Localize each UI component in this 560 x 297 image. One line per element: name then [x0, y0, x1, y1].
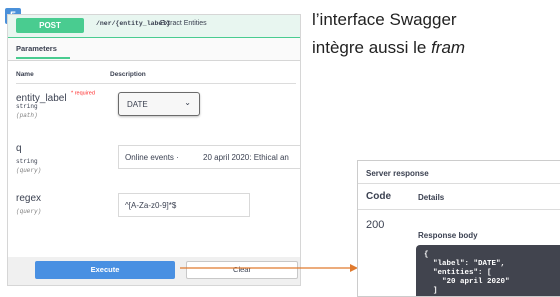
entity-label-select[interactable]: DATE ⌄ — [118, 92, 200, 116]
column-header-name: Name — [16, 71, 34, 78]
tab-active-indicator — [16, 57, 70, 59]
q-input-value-b: 20 april 2020: Ethical an — [203, 153, 289, 162]
code-line: "20 april 2020" — [424, 278, 510, 286]
required-marker: * required — [71, 90, 95, 97]
columns-divider — [358, 209, 560, 210]
param-q-location: (query) — [16, 167, 42, 174]
code-line: ] — [424, 287, 438, 295]
operation-summary: Extract Entities — [160, 20, 207, 27]
caption-line-1: l’interface Swagger — [312, 10, 457, 29]
operation-header[interactable]: POST /ner/{entity_label} Extract Entitie… — [8, 15, 300, 38]
regex-input-value: ^[A-Za-z0-9]*$ — [125, 201, 177, 210]
tab-parameters[interactable]: Parameters — [16, 44, 57, 53]
code-line: "entities": [ — [424, 269, 492, 277]
chevron-down-icon: ⌄ — [184, 98, 191, 107]
swagger-operation-panel: POST /ner/{entity_label} Extract Entitie… — [7, 14, 301, 286]
code-line: "label": "DATE", — [424, 260, 506, 268]
arrow-icon — [180, 264, 358, 272]
param-regex-name: regex — [16, 193, 42, 204]
code-header: Code — [366, 191, 391, 202]
http-method-badge: POST — [16, 18, 84, 33]
q-input[interactable]: Online events · 20 april 2020: Ethical a… — [118, 145, 300, 169]
caption-line-2: intègre aussi le fram — [312, 38, 465, 58]
response-body-label: Response body — [418, 231, 478, 240]
response-code: 200 — [366, 219, 385, 231]
server-response-panel: Server response Code Details 200 Respons… — [357, 160, 560, 297]
code-line: { — [424, 251, 429, 259]
server-response-title: Server response — [366, 169, 429, 178]
header-divider — [16, 83, 296, 84]
selected-value: DATE — [127, 100, 148, 109]
column-header-description: Description — [110, 71, 146, 78]
response-body-code: { "label": "DATE", "entities": [ "20 apr… — [416, 245, 560, 296]
param-q-type: string — [16, 158, 38, 165]
response-divider — [358, 183, 560, 184]
regex-input[interactable]: ^[A-Za-z0-9]*$ — [118, 193, 250, 217]
operation-path: /ner/{entity_label} — [96, 20, 171, 27]
param-regex-location: (query) — [16, 208, 42, 215]
parameters-tab-row: Parameters — [8, 38, 300, 61]
q-input-value-a: Online events · — [125, 153, 179, 162]
caption-line-2-italic: fram — [431, 38, 466, 57]
param-type: string — [16, 103, 38, 110]
param-location: (path) — [16, 112, 38, 119]
execute-button[interactable]: Execute — [35, 261, 175, 279]
caption-line-2-prefix: intègre aussi le — [312, 38, 432, 57]
details-header: Details — [418, 193, 445, 202]
param-q-name: q — [16, 143, 22, 154]
